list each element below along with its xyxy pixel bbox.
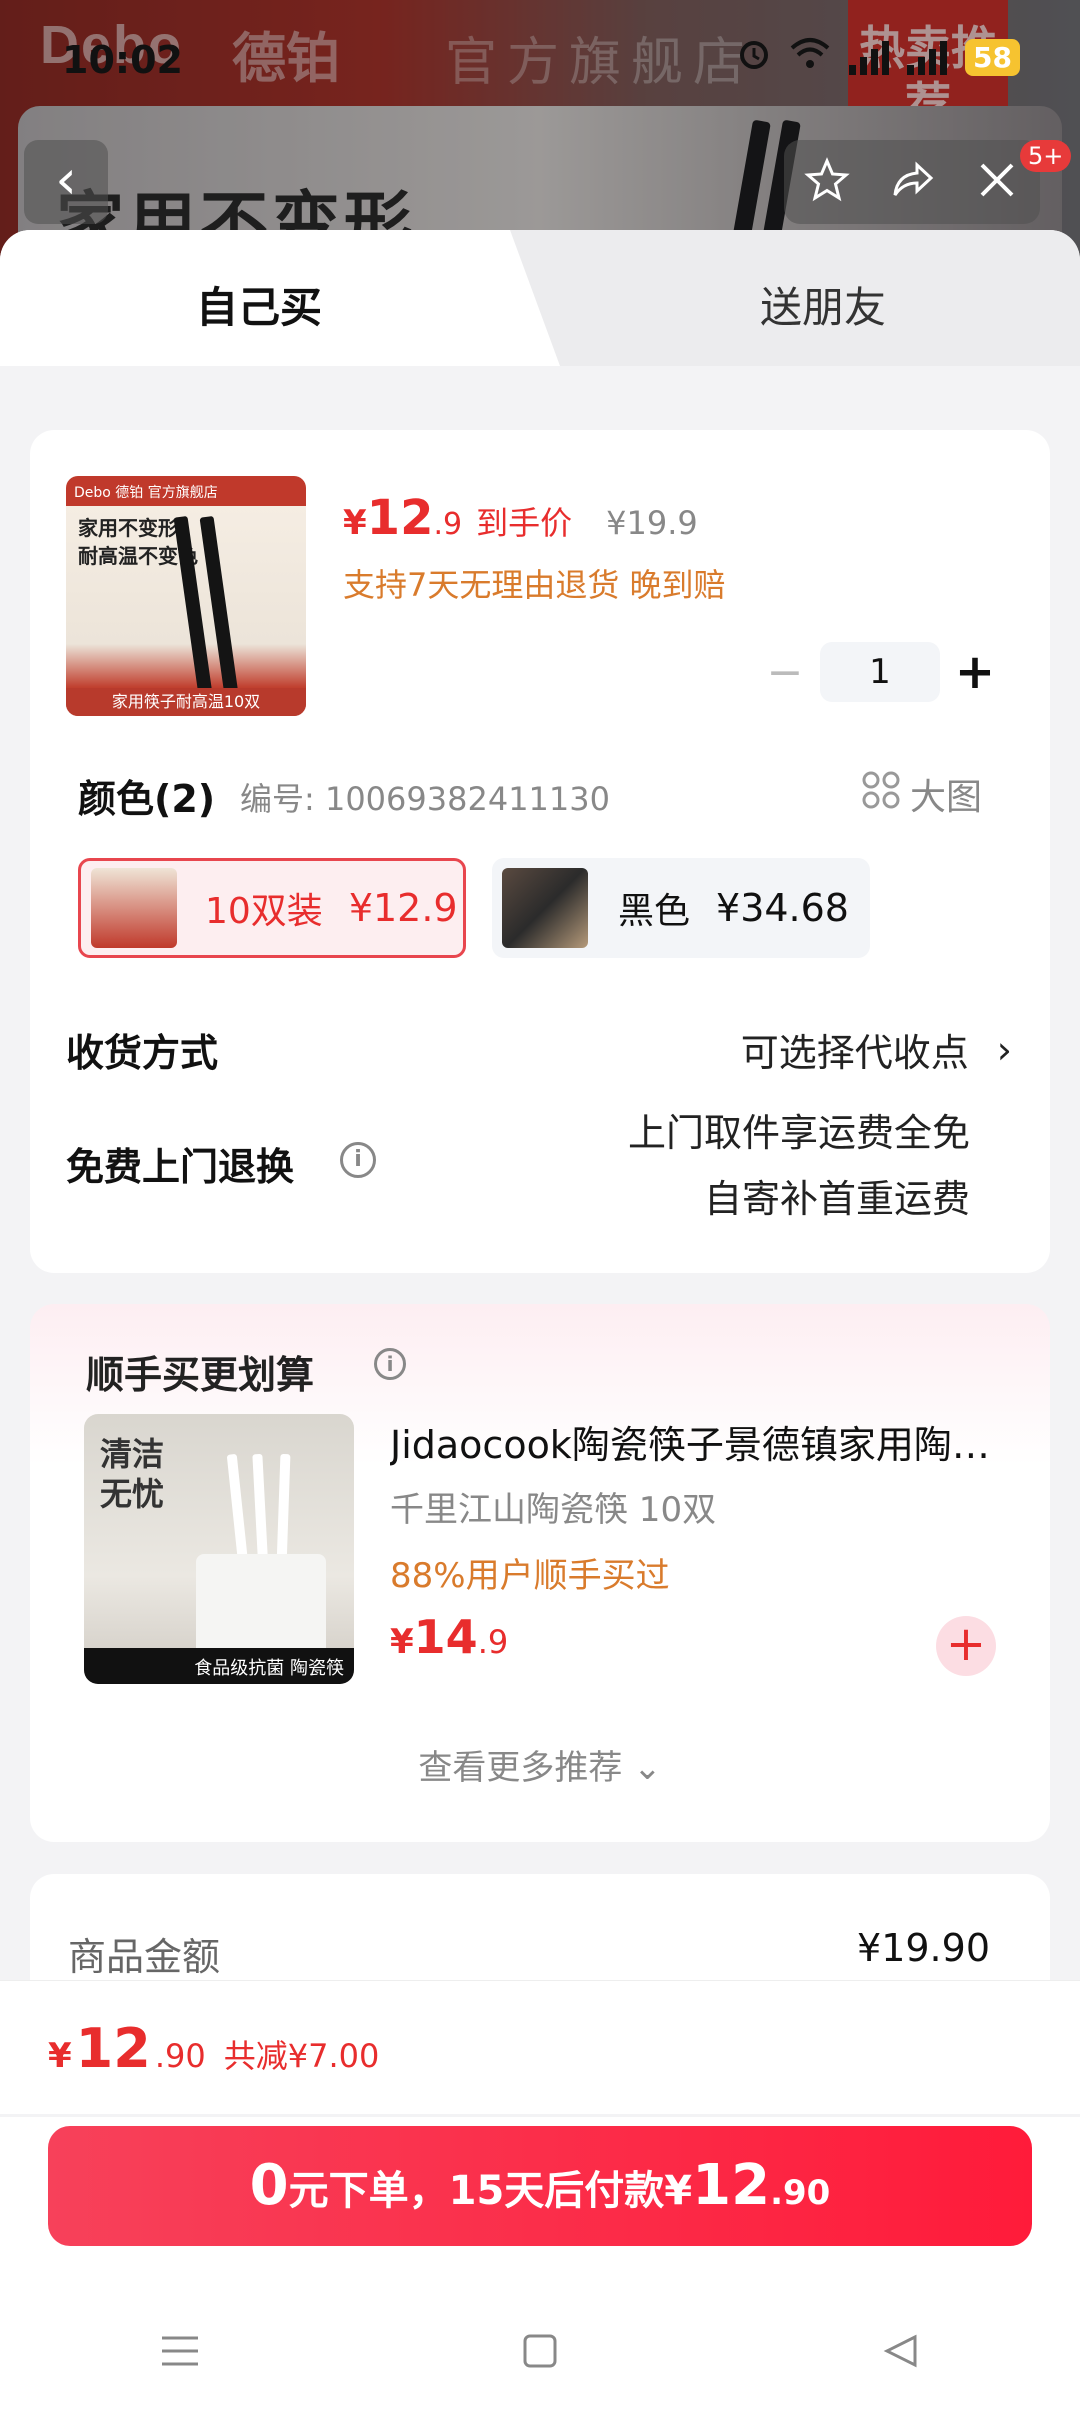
battery-indicator: 58 xyxy=(965,38,1020,76)
option-price: ¥12.9 xyxy=(348,886,458,930)
price-row: ¥12.9 到手价 ¥19.9 xyxy=(343,490,698,546)
more-recommendations-link[interactable]: 查看更多推荐 ⌄ xyxy=(30,1740,1050,1789)
option-thumbnail xyxy=(91,868,177,948)
amount-label: 商品金额 xyxy=(68,1935,221,1979)
menu-icon[interactable] xyxy=(140,2321,220,2381)
color-option[interactable]: 黑色 ¥34.68 xyxy=(492,858,870,958)
product-card: Debo 德铂 官方旗舰店 家用不变形 耐高温不变色 家用筷子耐高温10双 ¥1… xyxy=(30,430,1050,1273)
status-time: 10:02 xyxy=(62,38,183,82)
recommendation-price: ¥14.9 xyxy=(390,1610,509,1664)
quantity-stepper: − 1 + xyxy=(750,642,1010,702)
tab-bar: 自己买 送朋友 xyxy=(0,230,1080,366)
info-icon[interactable]: i xyxy=(340,1142,376,1178)
price: ¥12.9 xyxy=(343,490,463,546)
info-icon[interactable]: i xyxy=(374,1348,406,1380)
divider xyxy=(0,2114,1080,2117)
share-icon[interactable] xyxy=(889,157,935,207)
product-code: 编号: 10069382411130 xyxy=(240,780,610,818)
back-triangle-icon[interactable] xyxy=(860,2321,940,2381)
recommendation-subtitle: 千里江山陶瓷筷 10双 xyxy=(390,1490,717,1530)
signal-icon xyxy=(849,39,890,75)
recommendation-percent: 88%用户顺手买过 xyxy=(390,1556,670,1596)
option-label: 黑色 xyxy=(618,891,691,932)
grid-icon xyxy=(862,771,900,818)
big-picture-button[interactable]: 大图 xyxy=(862,768,982,820)
purchase-sheet: 自己买 送朋友 Debo 德铂 官方旗舰店 家用不变形 耐高温不变色 家用筷子耐… xyxy=(0,230,1080,1982)
option-price: ¥34.68 xyxy=(716,886,849,930)
status-icons: 58 xyxy=(737,36,1020,78)
quantity-input[interactable]: 1 xyxy=(820,642,940,702)
recommendation-image[interactable]: 清洁 无忧 食品级抗菌 陶瓷筷 xyxy=(84,1414,354,1684)
option-thumbnail xyxy=(502,868,588,948)
home-icon[interactable] xyxy=(500,2321,580,2381)
alarm-icon xyxy=(737,36,771,78)
thumb-header: Debo 德铂 官方旗舰店 xyxy=(66,476,306,506)
checkout-bar: ¥12.90 共减¥7.00 0元下单，15天后付款¥12.90 xyxy=(0,1980,1080,2412)
thumb-footer: 家用筷子耐高温10双 xyxy=(66,688,306,716)
service-promise: 支持7天无理由退货 晚到赔 xyxy=(343,566,726,604)
favorite-star-icon[interactable] xyxy=(803,157,850,207)
recommendation-title: 顺手买更划算 xyxy=(86,1353,315,1397)
rec-image-text-line: 清洁 xyxy=(100,1435,165,1473)
rec-image-bar: 食品级抗菌 陶瓷筷 xyxy=(84,1648,354,1684)
close-icon[interactable] xyxy=(974,157,1020,207)
tab-self[interactable]: 自己买 xyxy=(0,230,560,366)
tab-self-label: 自己买 xyxy=(196,283,323,332)
increase-button[interactable]: + xyxy=(940,644,1010,700)
system-nav-bar xyxy=(0,2311,1080,2391)
header-actions xyxy=(784,140,1040,224)
status-bar: 10:02 58 xyxy=(0,0,1080,100)
price-label: 到手价 xyxy=(476,504,573,542)
rec-image-text: 清洁 无忧 xyxy=(100,1434,164,1514)
total-price: ¥12.90 共减¥7.00 xyxy=(48,2017,380,2080)
recommendation-card: 顺手买更划算 i 清洁 无忧 食品级抗菌 陶瓷筷 Jidaocook陶瓷筷子景德… xyxy=(30,1304,1050,1842)
option-label: 10双装 xyxy=(205,891,323,932)
discount-text: 共减¥7.00 xyxy=(223,2037,380,2075)
big-picture-label: 大图 xyxy=(910,777,983,818)
wifi-icon xyxy=(789,36,831,78)
color-title: 颜色(2) xyxy=(78,777,216,821)
add-recommendation-button[interactable]: + xyxy=(936,1616,996,1676)
chevron-right-icon: › xyxy=(996,1027,1012,1072)
back-button[interactable]: ‹ xyxy=(24,140,108,224)
product-thumbnail[interactable]: Debo 德铂 官方旗舰店 家用不变形 耐高温不变色 家用筷子耐高温10双 xyxy=(66,476,306,716)
shipping-value: 可选择代收点 xyxy=(740,1031,969,1075)
amount-value: ¥19.90 xyxy=(857,1926,990,1970)
recommendation-name[interactable]: Jidaocook陶瓷筷子景德镇家用陶瓷筷子 xyxy=(390,1414,1010,1469)
decrease-button[interactable]: − xyxy=(750,647,820,698)
shipping-label: 收货方式 xyxy=(66,1031,219,1075)
color-option-selected[interactable]: 10双装 ¥12.9 xyxy=(78,858,466,958)
returns-line-2: 自寄补首重运费 xyxy=(703,1177,970,1221)
original-price: ¥19.9 xyxy=(606,504,698,542)
signal-icon xyxy=(907,39,948,75)
returns-label: 免费上门退换 xyxy=(66,1145,295,1189)
shipping-method-selector[interactable]: 可选择代收点 › xyxy=(741,1022,1012,1077)
returns-line-1: 上门取件享运费全免 xyxy=(627,1111,970,1155)
amount-card: 商品金额 ¥19.90 xyxy=(30,1874,1050,1982)
tab-friend[interactable]: 送朋友 xyxy=(760,274,886,335)
place-order-button[interactable]: 0元下单，15天后付款¥12.90 xyxy=(48,2126,1032,2246)
rec-image-text-line: 无忧 xyxy=(100,1475,165,1513)
notification-badge: 5+ xyxy=(1020,140,1072,172)
